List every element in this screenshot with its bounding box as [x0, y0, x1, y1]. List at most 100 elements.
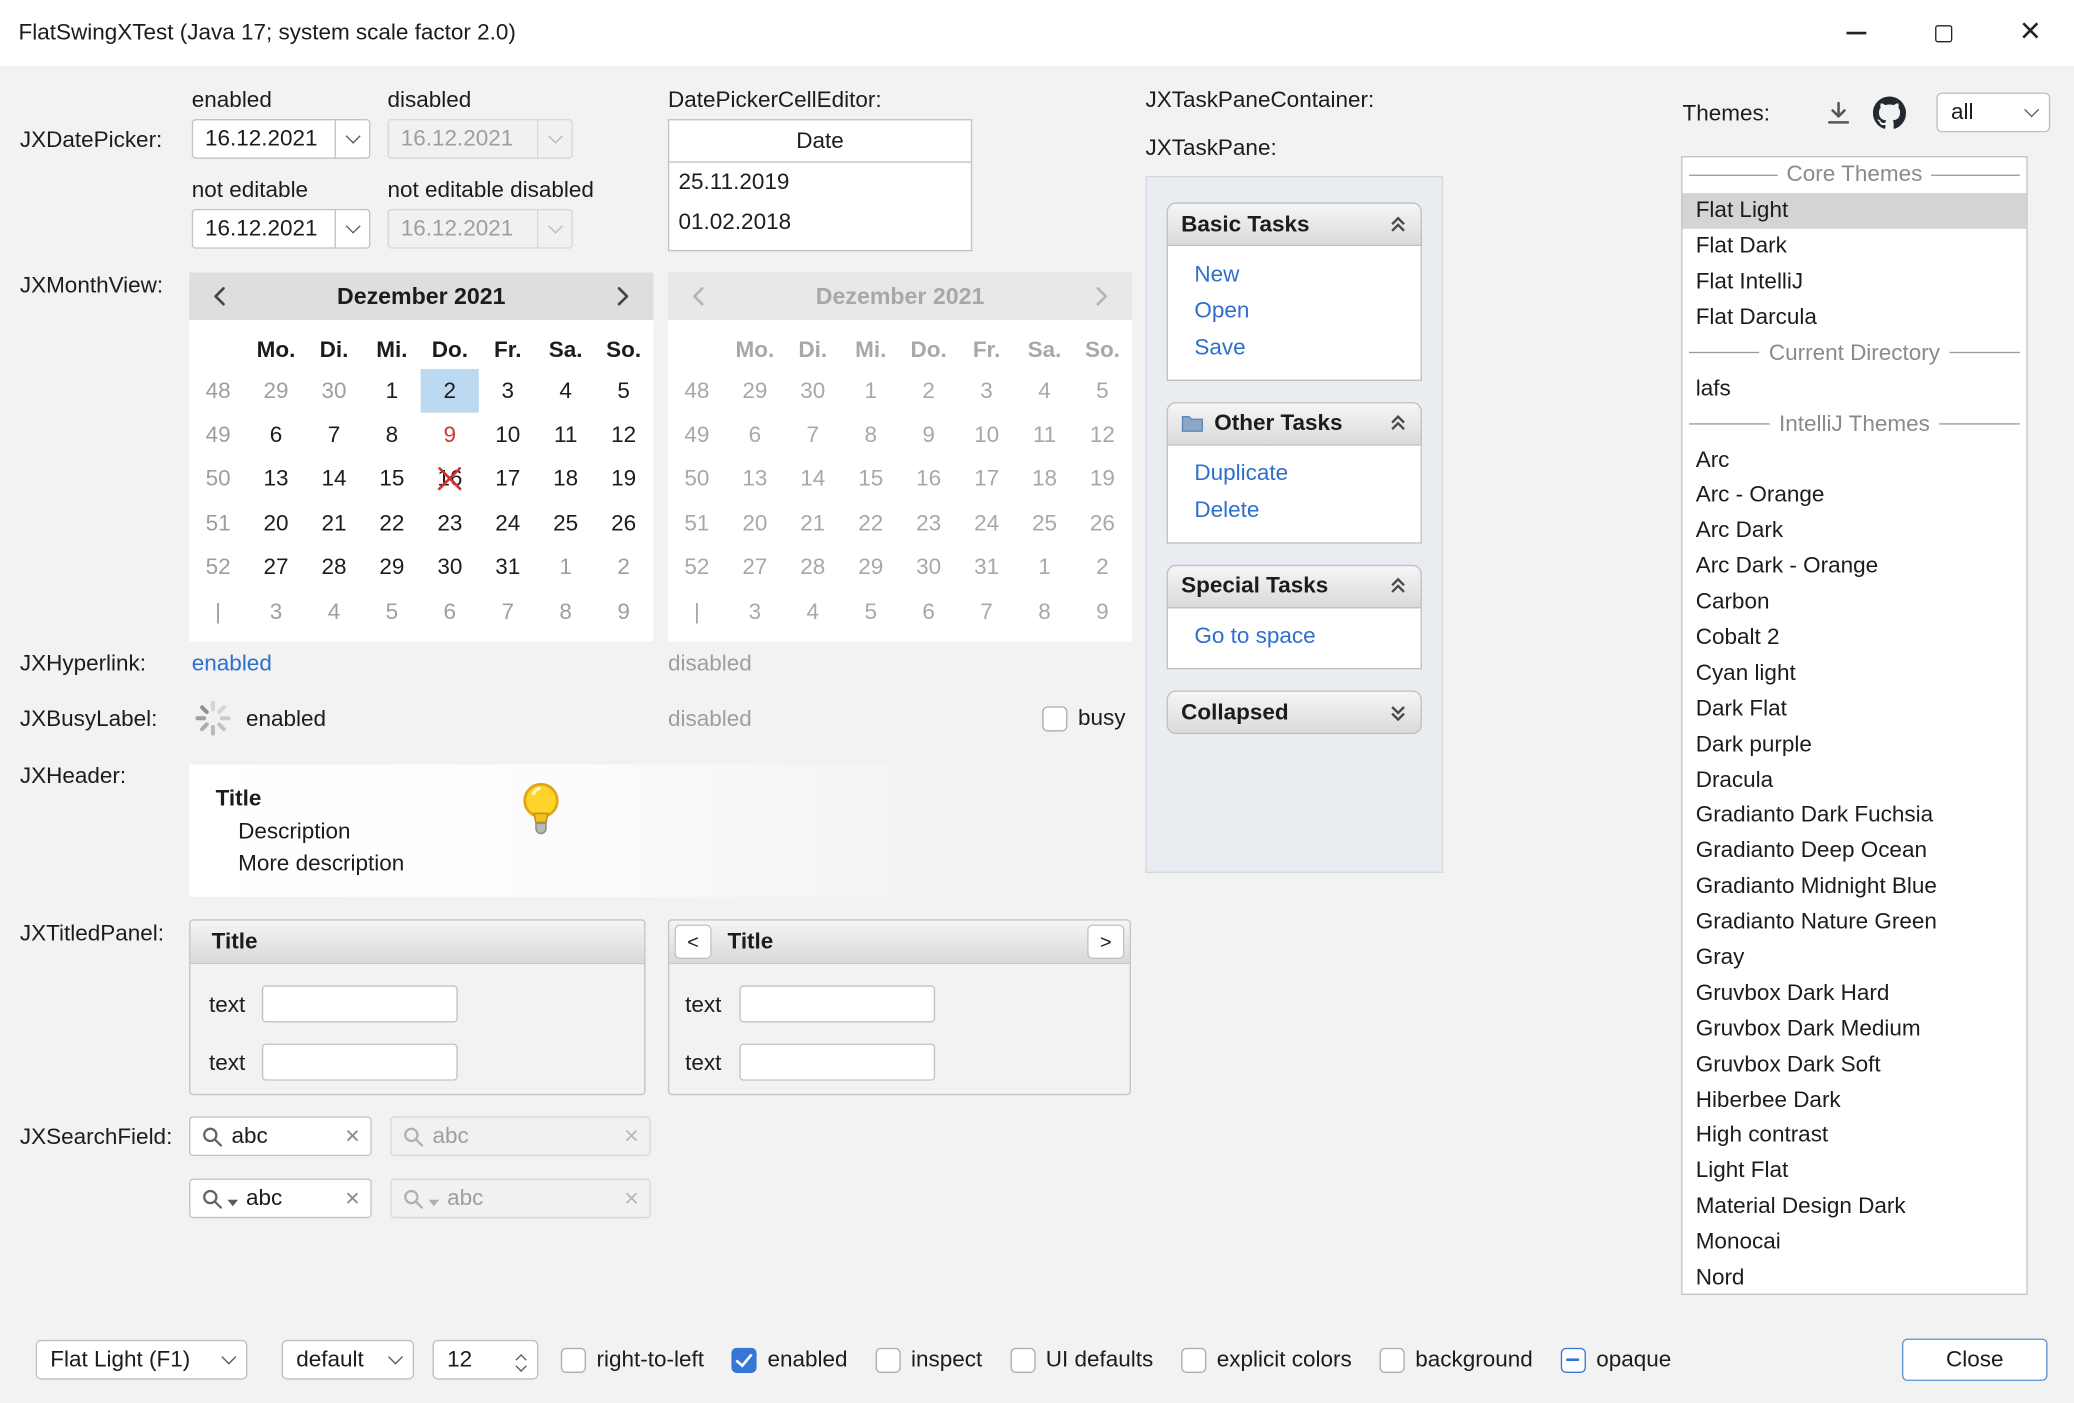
calendar-cell[interactable]: 30 — [305, 369, 363, 413]
title-prev-button[interactable]: < — [675, 925, 712, 959]
calendar-cell[interactable]: 6 — [421, 590, 479, 634]
theme-list-item[interactable]: Gradianto Nature Green — [1682, 904, 2026, 940]
title-next-button[interactable]: > — [1087, 925, 1124, 959]
calendar-cell[interactable]: 18 — [537, 457, 595, 501]
taskpane-header[interactable]: Special Tasks — [1167, 564, 1422, 608]
checkbox-box[interactable] — [1380, 1347, 1405, 1372]
close-button[interactable]: Close — [1902, 1339, 2047, 1381]
search-field-enabled[interactable]: abc × — [189, 1116, 372, 1156]
theme-list-item[interactable]: Cyan light — [1682, 655, 2026, 691]
theme-list-item[interactable]: lafs — [1682, 371, 2026, 407]
theme-list-item[interactable]: Arc Dark - Orange — [1682, 549, 2026, 585]
calendar-cell[interactable]: 29 — [363, 546, 421, 590]
taskpane-header[interactable]: Basic Tasks — [1167, 202, 1422, 246]
option-checkbox[interactable]: right-to-left — [561, 1347, 704, 1373]
hyperlink-enabled[interactable]: enabled — [192, 651, 272, 677]
calendar-cell[interactable]: 26 — [595, 502, 653, 546]
datepicker-enabled[interactable]: 16.12.2021 — [192, 119, 371, 159]
font-combo[interactable]: default — [282, 1340, 414, 1380]
next-month-button[interactable] — [608, 286, 637, 307]
text-input[interactable] — [739, 985, 935, 1022]
checkbox-box[interactable] — [875, 1347, 900, 1372]
github-icon[interactable] — [1873, 97, 1906, 130]
search-input-value[interactable]: abc — [231, 1123, 337, 1149]
minimize-button[interactable] — [1812, 0, 1899, 66]
theme-list-item[interactable]: Carbon — [1682, 584, 2026, 620]
calendar-cell[interactable]: 19 — [595, 457, 653, 501]
calendar-cell[interactable]: 23 — [421, 502, 479, 546]
option-checkbox[interactable]: UI defaults — [1010, 1347, 1153, 1373]
table-column-header[interactable]: Date — [669, 120, 971, 162]
table-row[interactable]: 01.02.2018 — [669, 202, 971, 242]
theme-list-item[interactable]: Gruvbox Dark Soft — [1682, 1047, 2026, 1083]
taskpane-header[interactable]: Collapsed — [1167, 690, 1422, 734]
calendar-cell[interactable]: 31 — [479, 546, 537, 590]
checkbox-box[interactable] — [561, 1347, 586, 1372]
calendar-cell[interactable]: 22 — [363, 502, 421, 546]
calendar-cell[interactable]: 15 — [363, 457, 421, 501]
calendar-cell[interactable]: 13 — [247, 457, 305, 501]
checkbox-box[interactable] — [1042, 706, 1067, 731]
calendar-cell[interactable]: 4 — [305, 590, 363, 634]
spinner-buttons[interactable] — [505, 1350, 537, 1370]
close-window-button[interactable]: × — [1987, 0, 2074, 66]
maximize-button[interactable] — [1899, 0, 1986, 66]
theme-list-item[interactable]: Dark Flat — [1682, 691, 2026, 727]
calendar-cell[interactable]: 5 — [363, 590, 421, 634]
calendar-cell[interactable]: 4 — [537, 369, 595, 413]
calendar-cell[interactable]: 3 — [479, 369, 537, 413]
chevron-down-icon[interactable] — [228, 1200, 239, 1207]
calendar-cell[interactable]: 2 — [421, 369, 479, 413]
option-checkbox[interactable]: inspect — [875, 1347, 982, 1373]
task-link[interactable]: Duplicate — [1194, 456, 1420, 492]
theme-list-item[interactable]: IntelliJ Themes — [1682, 406, 2026, 442]
chevron-down-icon[interactable] — [335, 120, 369, 157]
search-field-menu-enabled[interactable]: abc × — [189, 1179, 372, 1219]
theme-list-item[interactable]: Cobalt 2 — [1682, 620, 2026, 656]
combo-value[interactable]: default — [296, 1347, 390, 1373]
theme-list-item[interactable]: Flat Dark — [1682, 229, 2026, 265]
calendar-cell[interactable]: 16 — [421, 457, 479, 501]
calendar-cell[interactable]: 20 — [247, 502, 305, 546]
calendar-cell[interactable]: 6 — [247, 413, 305, 457]
task-link[interactable]: Delete — [1194, 492, 1420, 528]
calendar-cell[interactable]: 7 — [305, 413, 363, 457]
text-input[interactable] — [739, 1044, 935, 1081]
calendar-cell[interactable]: 24 — [479, 502, 537, 546]
text-input[interactable] — [262, 1044, 458, 1081]
theme-list-item[interactable]: Gray — [1682, 940, 2026, 976]
prev-month-button[interactable] — [205, 286, 234, 307]
theme-list-item[interactable]: High contrast — [1682, 1118, 2026, 1154]
option-checkbox[interactable]: opaque — [1561, 1347, 1672, 1373]
calendar-cell[interactable]: 30 — [421, 546, 479, 590]
theme-list-item[interactable]: Gradianto Dark Fuchsia — [1682, 798, 2026, 834]
calendar-cell[interactable]: | — [189, 590, 247, 634]
theme-list-item[interactable]: Arc - Orange — [1682, 478, 2026, 514]
calendar-cell[interactable]: 17 — [479, 457, 537, 501]
spinner-value[interactable]: 12 — [447, 1347, 472, 1373]
calendar-cell[interactable]: 50 — [189, 457, 247, 501]
calendar-cell[interactable]: 7 — [479, 590, 537, 634]
checkbox-box[interactable] — [732, 1347, 757, 1372]
theme-list-item[interactable]: Gradianto Deep Ocean — [1682, 833, 2026, 869]
theme-list-item[interactable]: Arc — [1682, 442, 2026, 478]
theme-list-item[interactable]: Nord — [1682, 1260, 2026, 1295]
calendar-cell[interactable]: 51 — [189, 502, 247, 546]
calendar-cell[interactable]: 52 — [189, 546, 247, 590]
calendar-cell[interactable]: 9 — [421, 413, 479, 457]
calendar-cell[interactable]: 29 — [247, 369, 305, 413]
calendar-cell[interactable]: 1 — [537, 546, 595, 590]
theme-list-item[interactable]: Light Flat — [1682, 1153, 2026, 1189]
calendar-cell[interactable]: 5 — [595, 369, 653, 413]
option-checkbox[interactable]: enabled — [732, 1347, 848, 1373]
theme-list-item[interactable]: Material Design Dark — [1682, 1189, 2026, 1225]
text-input[interactable] — [262, 985, 458, 1022]
search-input-value[interactable]: abc — [246, 1185, 337, 1211]
calendar-cell[interactable]: 11 — [537, 413, 595, 457]
calendar-cell[interactable]: 25 — [537, 502, 595, 546]
clear-icon[interactable]: × — [345, 1124, 360, 1149]
datepicker-value[interactable]: 16.12.2021 — [193, 216, 335, 242]
chevron-down-icon[interactable] — [335, 210, 369, 247]
checkbox-box[interactable] — [1561, 1347, 1586, 1372]
theme-combo[interactable]: Flat Light (F1) — [36, 1340, 248, 1380]
